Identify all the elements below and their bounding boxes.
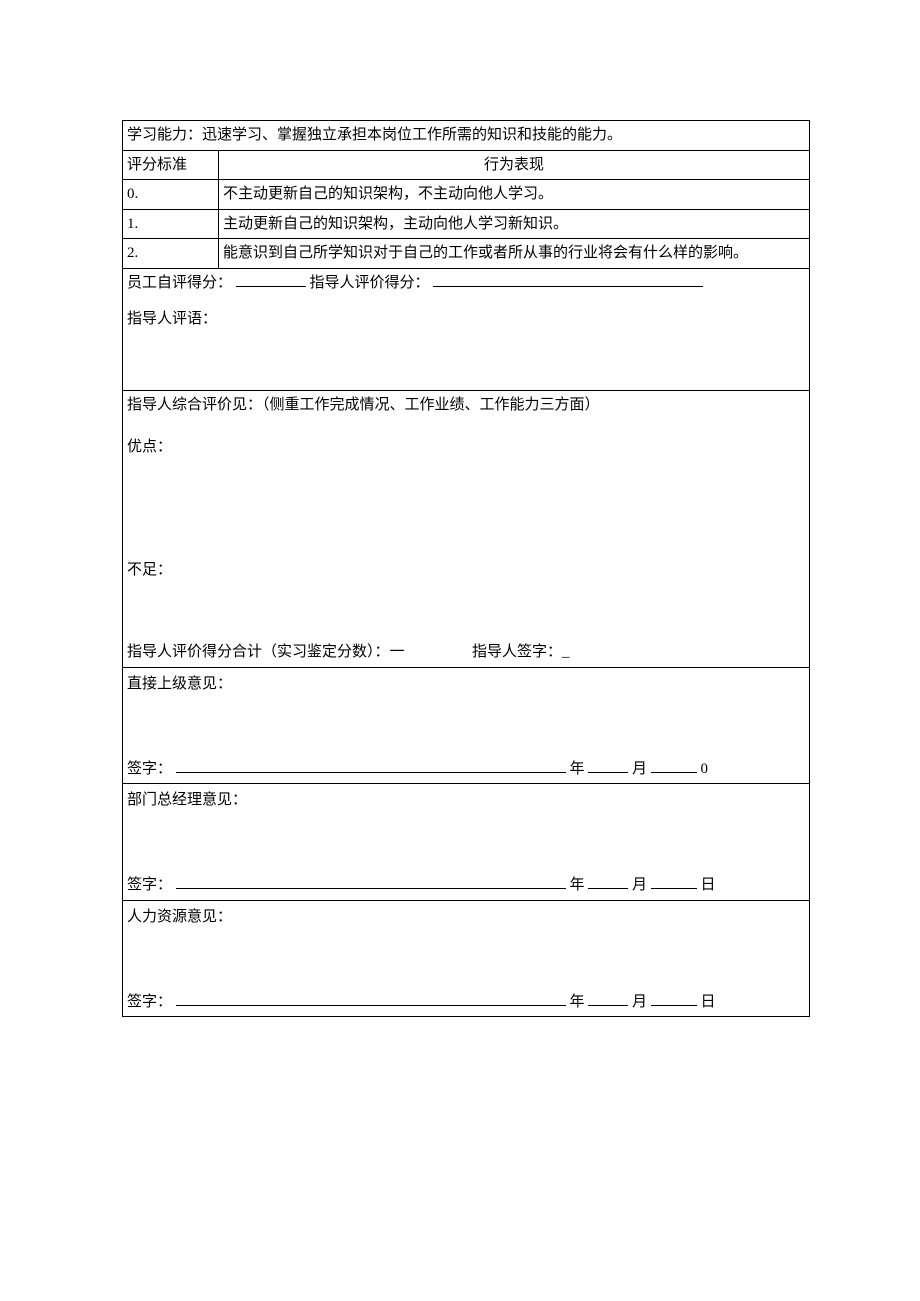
criteria-desc: 主动更新自己的知识架构，主动向他人学习新知识。 [219, 209, 810, 239]
self-score-label: 员工自评得分： [127, 275, 232, 291]
score-comment-cell: 员工自评得分： 指导人评价得分： 指导人评语： [123, 268, 810, 390]
sign-blank[interactable] [176, 758, 566, 773]
mentor-comment-label: 指导人评语： [127, 308, 805, 331]
criteria-score: 2. [123, 239, 219, 269]
month-label: 月 [632, 761, 647, 777]
hr-row: 人力资源意见： 签字： 年 月 日 [123, 900, 810, 1017]
self-score-blank[interactable] [236, 272, 306, 287]
score-comment-row: 员工自评得分： 指导人评价得分： 指导人评语： [123, 268, 810, 390]
month-label: 月 [632, 994, 647, 1010]
criteria-score: 0. [123, 180, 219, 210]
overall-comment-cell: 指导人综合评价见：（侧重工作完成情况、工作业绩、工作能力三方面） 优点： 不足：… [123, 390, 810, 667]
pros-label: 优点： [127, 436, 805, 459]
total-score-label: 指导人评价得分合计（实习鉴定分数）：一 [127, 644, 405, 660]
criteria-desc: 能意识到自己所学知识对于自己的工作或者所从事的行业将会有什么样的影响。 [219, 239, 810, 269]
day-label: 日 [701, 877, 716, 893]
supervisor-title: 直接上级意见： [127, 671, 805, 698]
supervisor-cell: 直接上级意见： 签字： 年 月 0 [123, 667, 810, 784]
sign-label: 签字： [127, 761, 172, 777]
year-blank[interactable] [588, 758, 628, 773]
criteria-header-left: 评分标准 [123, 150, 219, 180]
month-blank[interactable] [651, 758, 697, 773]
mentor-score-blank[interactable] [433, 272, 703, 287]
year-blank[interactable] [588, 874, 628, 889]
hr-cell: 人力资源意见： 签字： 年 月 日 [123, 900, 810, 1017]
month-blank[interactable] [651, 874, 697, 889]
dept-row: 部门总经理意见： 签字： 年 月 日 [123, 784, 810, 901]
mentor-sign-label: 指导人签字：_ [472, 644, 570, 660]
month-label: 月 [632, 877, 647, 893]
evaluation-form: 学习能力：迅速学习、掌握独立承担本岗位工作所需的知识和技能的能力。 评分标准 行… [122, 120, 810, 1017]
year-blank[interactable] [588, 991, 628, 1006]
ability-title-row: 学习能力：迅速学习、掌握独立承担本岗位工作所需的知识和技能的能力。 [123, 121, 810, 151]
dept-cell: 部门总经理意见： 签字： 年 月 日 [123, 784, 810, 901]
dept-title: 部门总经理意见： [127, 787, 805, 814]
month-blank[interactable] [651, 991, 697, 1006]
day-label: 日 [701, 994, 716, 1010]
overall-label: 指导人综合评价见：（侧重工作完成情况、工作业绩、工作能力三方面） [127, 394, 805, 417]
pros-area[interactable] [127, 459, 805, 559]
criteria-row: 2. 能意识到自己所学知识对于自己的工作或者所从事的行业将会有什么样的影响。 [123, 239, 810, 269]
hr-title: 人力资源意见： [127, 904, 805, 931]
year-label: 年 [570, 761, 585, 777]
year-label: 年 [570, 877, 585, 893]
criteria-desc: 不主动更新自己的知识架构，不主动向他人学习。 [219, 180, 810, 210]
ability-title: 学习能力：迅速学习、掌握独立承担本岗位工作所需的知识和技能的能力。 [123, 121, 810, 151]
mentor-comment-area[interactable] [127, 331, 805, 387]
criteria-header-row: 评分标准 行为表现 [123, 150, 810, 180]
sign-blank[interactable] [176, 874, 566, 889]
sign-label: 签字： [127, 877, 172, 893]
cons-area[interactable] [127, 581, 805, 641]
criteria-score: 1. [123, 209, 219, 239]
day-zero-label: 0 [701, 761, 709, 777]
supervisor-row: 直接上级意见： 签字： 年 月 0 [123, 667, 810, 784]
sign-label: 签字： [127, 994, 172, 1010]
criteria-row: 1. 主动更新自己的知识架构，主动向他人学习新知识。 [123, 209, 810, 239]
mentor-score-label: 指导人评价得分： [310, 275, 430, 291]
criteria-row: 0. 不主动更新自己的知识架构，不主动向他人学习。 [123, 180, 810, 210]
criteria-header-right: 行为表现 [219, 150, 810, 180]
year-label: 年 [570, 994, 585, 1010]
overall-comment-row: 指导人综合评价见：（侧重工作完成情况、工作业绩、工作能力三方面） 优点： 不足：… [123, 390, 810, 667]
cons-label: 不足： [127, 559, 805, 582]
sign-blank[interactable] [176, 991, 566, 1006]
